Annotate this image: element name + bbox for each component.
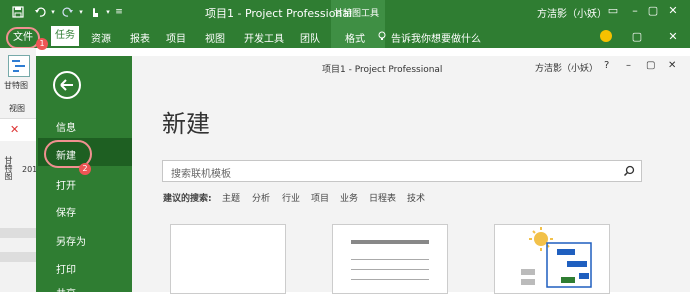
ribbon-options-icon[interactable]: ▭ [606,4,620,18]
restore-icon[interactable]: ▢ [630,30,644,44]
backstage-maximize-icon[interactable]: ▢ [646,60,655,71]
suggestion-link[interactable]: 业务 [340,191,358,204]
undo-icon[interactable] [32,4,48,20]
window-title: 项目1 - Project Professional [205,7,353,20]
side-view-label: 甘特图 [4,156,13,180]
touch-mode-icon[interactable] [87,4,103,20]
maximize-icon[interactable]: ▢ [646,4,660,18]
redo-icon[interactable] [60,4,76,20]
template-search-input[interactable]: 搜索联机模板 [162,160,642,182]
menu-item-info[interactable]: 信息 [56,119,76,134]
close-doc-icon[interactable]: ✕ [666,30,680,44]
cancel-entry-icon[interactable]: ✕ [10,123,19,136]
date-fragment: 201 [22,165,38,174]
user-name[interactable]: 方洁影（小妖） [537,5,607,20]
suggestion-link[interactable]: 项目 [311,191,329,204]
undo-dropdown-icon[interactable]: ▾ [49,4,57,20]
tell-me-box[interactable]: 告诉我你想要做什么 [391,30,481,45]
touch-dropdown-icon[interactable]: ▾ [104,4,112,20]
backstage-close-icon[interactable]: ✕ [668,60,676,71]
feedback-smiley-icon[interactable] [600,30,612,42]
suggested-searches-label: 建议的搜索: [163,194,212,204]
suggestion-link[interactable]: 主题 [222,191,240,204]
backstage-minimize-icon[interactable]: – [626,60,631,71]
tab-team[interactable]: 团队 [300,30,320,45]
gantt-chart-button-label[interactable]: 甘特图 [4,80,28,91]
search-placeholder: 搜索联机模板 [171,169,231,180]
minimize-icon[interactable]: – [628,4,642,18]
save-icon[interactable] [10,4,26,20]
search-icon[interactable] [623,165,635,177]
template-from-file[interactable] [332,224,448,294]
suggestion-link[interactable]: 日程表 [369,191,396,204]
back-arrow-icon[interactable] [53,71,81,99]
tab-format[interactable]: 格式 [345,30,365,45]
tab-project[interactable]: 项目 [166,30,186,45]
template-welcome-project[interactable] [494,224,610,294]
tab-view[interactable]: 视图 [205,30,225,45]
lightbulb-icon [377,31,387,41]
page-title: 新建 [162,110,210,138]
menu-item-save-as[interactable]: 另存为 [56,233,86,248]
template-blank-project[interactable] [170,224,286,294]
file-tab[interactable]: 文件 [6,27,40,49]
gantt-view-icon[interactable] [8,55,30,77]
customize-qat-icon[interactable]: ≡ [113,4,125,20]
tab-resource[interactable]: 资源 [91,30,111,45]
menu-item-new[interactable]: 新建 [56,147,76,162]
suggestion-link[interactable]: 技术 [407,191,425,204]
close-icon[interactable]: ✕ [666,4,680,18]
table-row [0,252,36,262]
tab-developer[interactable]: 开发工具 [244,30,284,45]
menu-item-share[interactable]: 共享 [56,285,76,300]
suggestion-link[interactable]: 行业 [282,191,300,204]
suggestion-link[interactable]: 分析 [252,191,270,204]
template-thumbnail-icon [521,227,592,288]
step-badge-2: 2 [79,163,91,175]
table-row [0,228,36,238]
tab-report[interactable]: 报表 [130,30,150,45]
tab-task[interactable]: 任务 [51,26,79,46]
menu-item-open[interactable]: 打开 [56,177,76,192]
backstage-window-title: 项目1 - Project Professional [322,65,443,75]
view-group-label: 视图 [9,104,25,113]
menu-item-save[interactable]: 保存 [56,204,76,219]
step-badge-1: 1 [36,38,48,50]
backstage-help-icon[interactable]: ? [604,60,609,71]
backstage-user-name[interactable]: 方洁影（小妖） [535,61,598,74]
redo-dropdown-icon[interactable]: ▾ [77,4,85,20]
menu-item-print[interactable]: 打印 [56,261,76,276]
